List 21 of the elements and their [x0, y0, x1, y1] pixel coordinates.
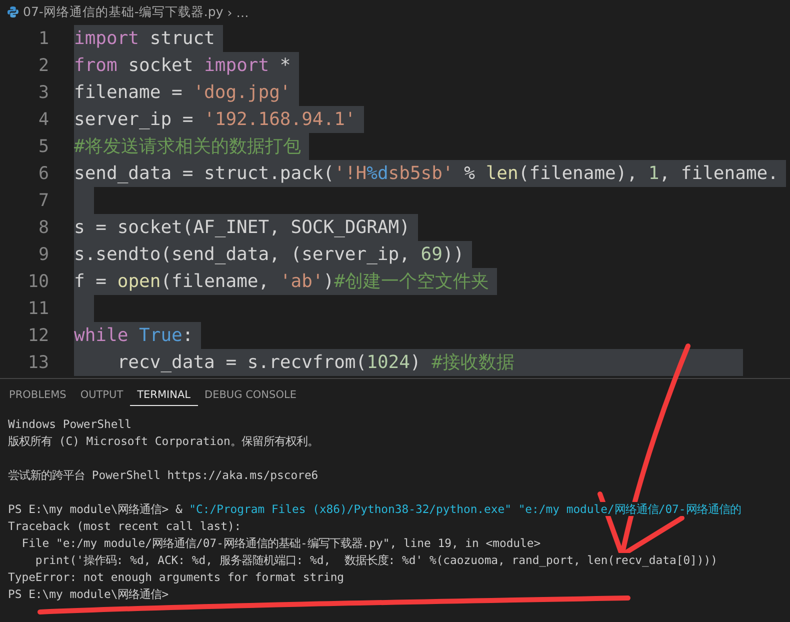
- breadcrumb-item[interactable]: 07-网络通信的基础-编写下载器.py: [23, 4, 224, 20]
- panel-tab[interactable]: PROBLEMS: [2, 387, 74, 406]
- chevron-icon: ›: [227, 4, 232, 20]
- panel-tab[interactable]: DEBUG CONSOLE: [198, 387, 304, 406]
- line-number: 6: [37, 164, 49, 184]
- line-number: 11: [26, 298, 49, 318]
- panel-tab[interactable]: TERMINAL: [130, 387, 198, 406]
- python-file-icon: [7, 6, 19, 18]
- line-number: 4: [37, 110, 49, 130]
- line-number: 9: [37, 244, 49, 264]
- line-number: 13: [26, 352, 49, 372]
- line-number: 2: [37, 56, 49, 76]
- line-number: 7: [37, 190, 49, 210]
- line-number: 5: [37, 136, 49, 156]
- line-number: 1: [37, 28, 49, 48]
- breadcrumb-item[interactable]: …: [236, 4, 249, 20]
- panel-tab[interactable]: OUTPUT: [73, 387, 130, 406]
- line-number: 3: [37, 82, 49, 102]
- line-number: 12: [26, 326, 49, 346]
- line-number: 8: [37, 218, 49, 238]
- line-number: 10: [26, 272, 49, 292]
